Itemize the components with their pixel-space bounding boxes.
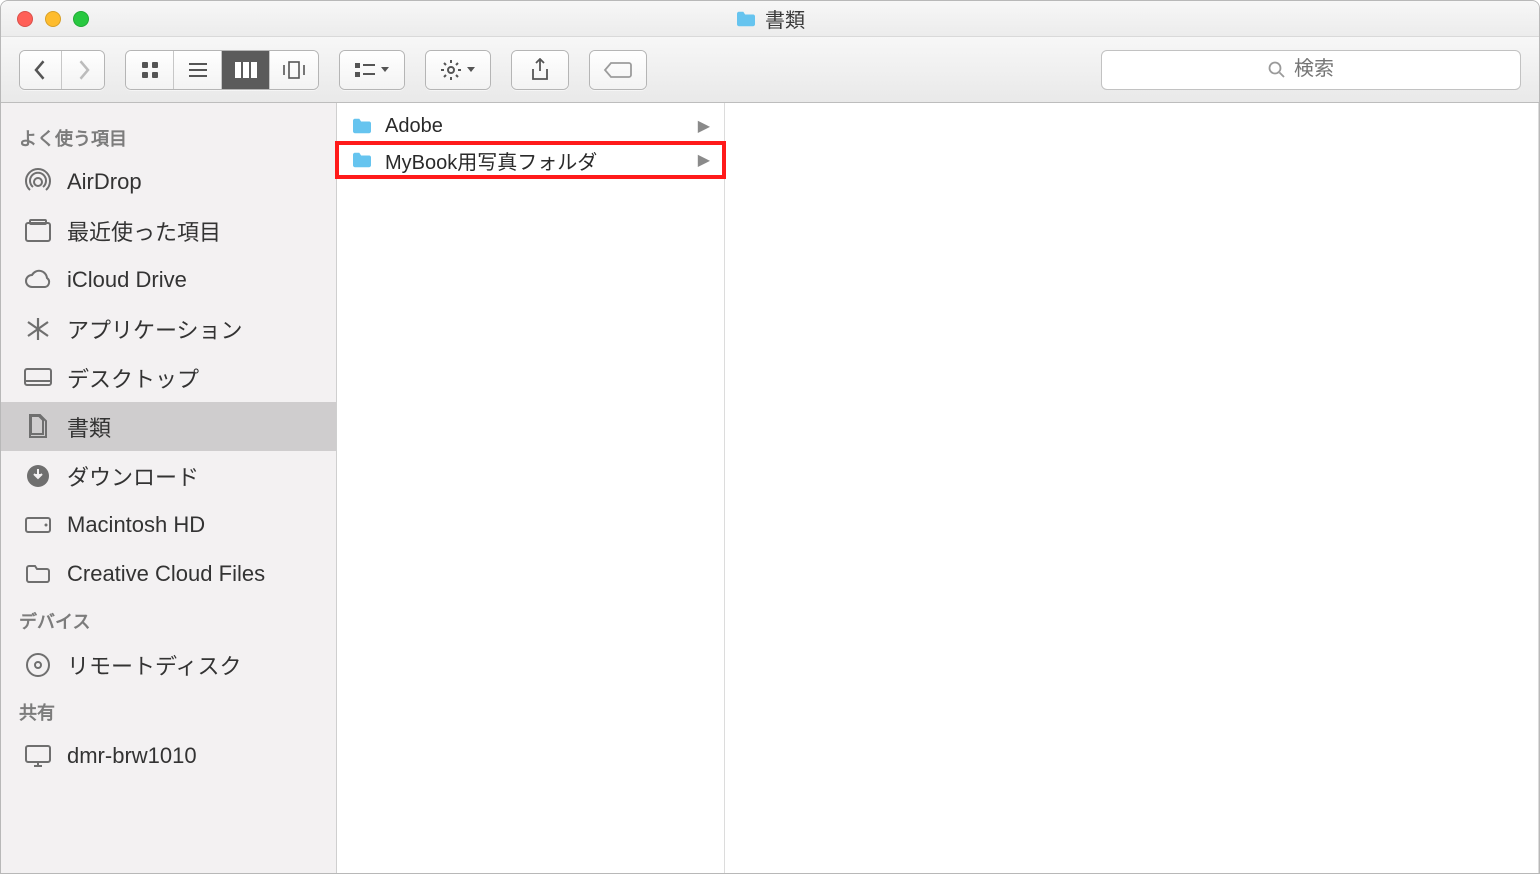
search-field[interactable] [1101, 50, 1521, 90]
grid-icon [140, 60, 160, 80]
navigation-buttons [19, 50, 105, 90]
list-icon [187, 61, 209, 79]
sidebar-item-recents[interactable]: 最近使った項目 [1, 206, 336, 255]
sidebar-item-label: 書類 [67, 411, 111, 443]
back-button[interactable] [20, 51, 62, 89]
finder-body: よく使う項目 AirDrop 最近使った項目 iCloud Drive アプリケーション… [1, 103, 1539, 873]
chevron-left-icon [34, 60, 48, 80]
traffic-lights [1, 11, 89, 27]
share-button[interactable] [511, 50, 569, 90]
gallery-view-button[interactable] [270, 51, 318, 89]
chevron-right-icon [76, 60, 90, 80]
view-mode-buttons [125, 50, 319, 90]
forward-button[interactable] [62, 51, 104, 89]
action-dropdown[interactable] [425, 50, 491, 90]
apps-icon [23, 316, 53, 342]
search-icon [1268, 61, 1286, 79]
sidebar-item-label: iCloud Drive [67, 267, 187, 293]
folder-icon [351, 151, 373, 169]
folder-name: Adobe [385, 115, 443, 138]
column-view-button[interactable] [222, 51, 270, 89]
sidebar-item-apps[interactable]: アプリケーション [1, 304, 336, 353]
folder-icon [23, 561, 53, 587]
sidebar-item-label: デスクトップ [67, 362, 199, 394]
maximize-window-button[interactable] [73, 11, 89, 27]
chevron-right-icon: ▶ [698, 150, 710, 170]
sidebar-item-label: リモートディスク [67, 649, 241, 681]
disc-icon [23, 652, 53, 678]
documents-icon [23, 414, 53, 440]
chevron-right-icon: ▶ [698, 116, 710, 136]
sidebar: よく使う項目 AirDrop 最近使った項目 iCloud Drive アプリケーション… [1, 103, 337, 873]
folder-icon [735, 10, 757, 28]
desktop-icon [23, 365, 53, 391]
arrange-dropdown[interactable] [339, 50, 405, 90]
share-icon [530, 58, 550, 82]
sidebar-item-label: ダウンロード [67, 460, 199, 492]
sidebar-item-label: AirDrop [67, 169, 142, 195]
sidebar-item-documents[interactable]: 書類 [1, 402, 336, 451]
finder-window: 書類 [0, 0, 1540, 874]
sidebar-item-hdd[interactable]: Macintosh HD [1, 500, 336, 549]
sidebar-item-desktop[interactable]: デスクトップ [1, 353, 336, 402]
sidebar-section-header: 共有 [1, 689, 336, 731]
column-browser: Adobe ▶ MyBook用写真フォルダ ▶ [337, 103, 1539, 873]
tags-button[interactable] [589, 50, 647, 90]
sidebar-section-header: よく使う項目 [1, 115, 336, 157]
sidebar-item-downloads[interactable]: ダウンロード [1, 451, 336, 500]
search-input[interactable] [1294, 58, 1354, 81]
sidebar-item-label: アプリケーション [67, 313, 243, 345]
column-1: Adobe ▶ MyBook用写真フォルダ ▶ [337, 103, 725, 873]
chevron-down-icon [380, 66, 390, 74]
window-title: 書類 [735, 4, 805, 33]
close-window-button[interactable] [17, 11, 33, 27]
sidebar-item-disc[interactable]: リモートディスク [1, 640, 336, 689]
recents-icon [23, 218, 53, 244]
sidebar-item-icloud[interactable]: iCloud Drive [1, 255, 336, 304]
gear-icon [440, 59, 462, 81]
folder-icon [351, 117, 373, 135]
folder-row[interactable]: MyBook用写真フォルダ ▶ [337, 143, 724, 177]
folder-name: MyBook用写真フォルダ [385, 146, 597, 175]
monitor-icon [23, 743, 53, 769]
tag-icon [603, 60, 633, 80]
sidebar-item-label: dmr-brw1010 [67, 743, 197, 769]
minimize-window-button[interactable] [45, 11, 61, 27]
toolbar [1, 37, 1539, 103]
gallery-icon [281, 61, 307, 79]
icloud-icon [23, 267, 53, 293]
sidebar-item-label: Creative Cloud Files [67, 561, 265, 587]
arrange-icon [354, 61, 376, 79]
titlebar: 書類 [1, 1, 1539, 37]
columns-icon [234, 61, 258, 79]
hdd-icon [23, 512, 53, 538]
sidebar-item-airdrop[interactable]: AirDrop [1, 157, 336, 206]
sidebar-item-monitor[interactable]: dmr-brw1010 [1, 731, 336, 780]
sidebar-item-folder[interactable]: Creative Cloud Files [1, 549, 336, 598]
folder-row[interactable]: Adobe ▶ [337, 109, 724, 143]
chevron-down-icon [466, 66, 476, 74]
airdrop-icon [23, 169, 53, 195]
sidebar-item-label: 最近使った項目 [67, 215, 221, 247]
column-2 [725, 103, 1539, 873]
window-title-text: 書類 [765, 4, 805, 33]
downloads-icon [23, 463, 53, 489]
icon-view-button[interactable] [126, 51, 174, 89]
list-view-button[interactable] [174, 51, 222, 89]
sidebar-section-header: デバイス [1, 598, 336, 640]
sidebar-item-label: Macintosh HD [67, 512, 205, 538]
